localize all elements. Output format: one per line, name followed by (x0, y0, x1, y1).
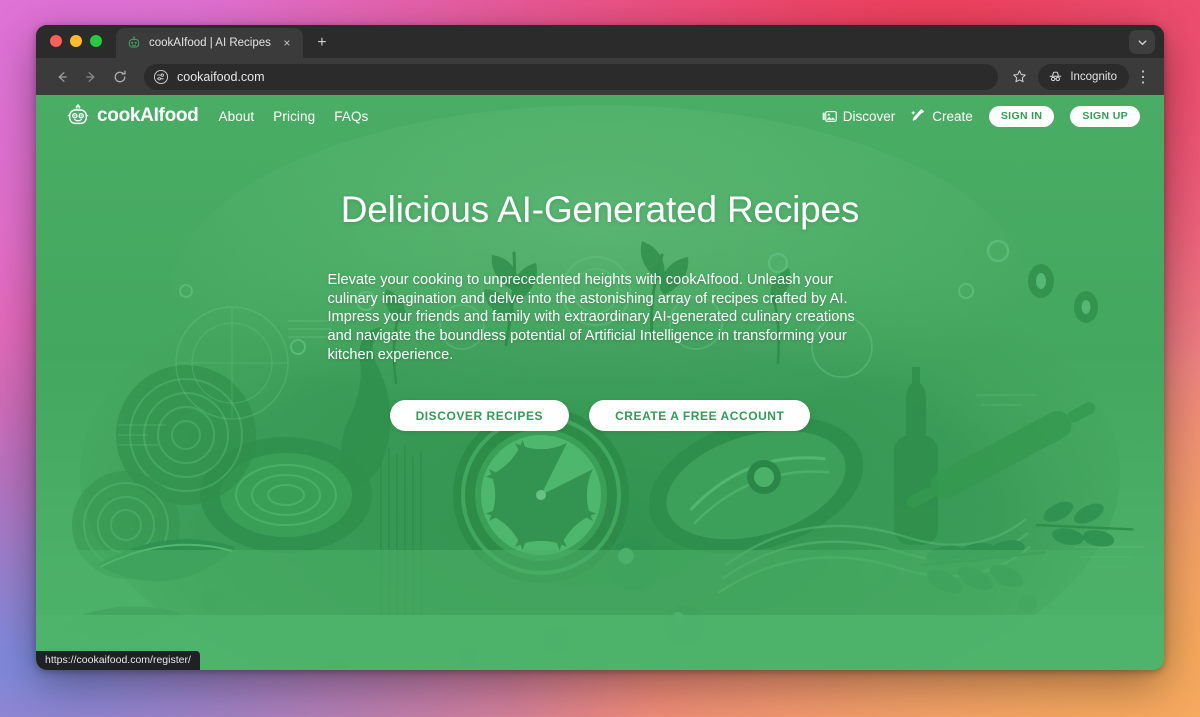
discover-recipes-button[interactable]: DISCOVER RECIPES (389, 400, 570, 432)
chevron-down-icon[interactable] (1129, 30, 1155, 54)
page-viewport: cookAIfood About Pricing FAQs Discover C… (36, 95, 1164, 670)
url-text[interactable]: cookaifood.com (177, 70, 988, 84)
robot-chef-icon (66, 104, 90, 128)
back-button[interactable] (48, 63, 75, 90)
nav-item-discover[interactable]: Discover (822, 108, 896, 124)
browser-window: cookAIfood | AI Recipes × + cookaifood.c… (36, 25, 1164, 670)
secondary-nav: Discover Create SIGN IN SIGN UP (822, 105, 1140, 127)
address-bar[interactable]: cookaifood.com (144, 63, 999, 90)
brand-logo[interactable]: cookAIfood (66, 104, 199, 128)
nav-item-faqs[interactable]: FAQs (334, 109, 368, 124)
sign-in-button[interactable]: SIGN IN (988, 105, 1055, 127)
nav-item-discover-label: Discover (842, 108, 896, 124)
site-header: cookAIfood About Pricing FAQs Discover C… (36, 98, 1164, 134)
hero-section: Delicious AI-Generated Recipes Elevate y… (36, 134, 1164, 432)
browser-toolbar: cookaifood.com Incognito ⋮ (36, 58, 1164, 95)
reload-button[interactable] (106, 63, 133, 90)
nav-item-create-label: Create (932, 108, 973, 124)
nav-item-about[interactable]: About (219, 109, 255, 124)
hero-paragraph: Elevate your cooking to unprecedented he… (327, 272, 855, 363)
link-preview-status: https://cookaifood.com/register/ (36, 651, 200, 670)
hero-cta-row: DISCOVER RECIPES CREATE A FREE ACCOUNT (36, 400, 1164, 432)
nav-item-pricing[interactable]: Pricing (273, 109, 315, 124)
new-tab-button[interactable]: + (309, 30, 335, 56)
sign-up-button[interactable]: SIGN UP (1070, 105, 1140, 127)
images-icon (822, 109, 837, 124)
primary-nav: About Pricing FAQs (219, 109, 369, 124)
brand-name: cookAIfood (97, 105, 199, 126)
tab-title: cookAIfood | AI Recipes (149, 37, 271, 49)
nav-item-create[interactable]: Create (911, 109, 973, 124)
minimize-window-button[interactable] (70, 34, 82, 47)
tab-strip: cookAIfood | AI Recipes × + (36, 25, 1164, 58)
bookmark-star-icon[interactable] (1006, 64, 1032, 90)
magic-wand-icon (911, 108, 926, 124)
tune-icon[interactable] (152, 68, 169, 85)
browser-menu-button[interactable]: ⋮ (1131, 64, 1155, 90)
incognito-label: Incognito (1070, 70, 1117, 83)
incognito-indicator[interactable]: Incognito (1038, 63, 1129, 90)
page-title: Delicious AI-Generated Recipes (340, 189, 860, 230)
create-free-account-button[interactable]: CREATE A FREE ACCOUNT (589, 400, 811, 432)
robot-chef-favicon (127, 36, 141, 50)
close-window-button[interactable] (50, 34, 62, 47)
forward-button[interactable] (77, 63, 104, 90)
window-traffic-lights (50, 25, 102, 58)
close-tab-button[interactable]: × (279, 35, 295, 51)
incognito-icon (1047, 68, 1064, 85)
browser-tab[interactable]: cookAIfood | AI Recipes × (116, 28, 303, 58)
maximize-window-button[interactable] (90, 34, 102, 47)
